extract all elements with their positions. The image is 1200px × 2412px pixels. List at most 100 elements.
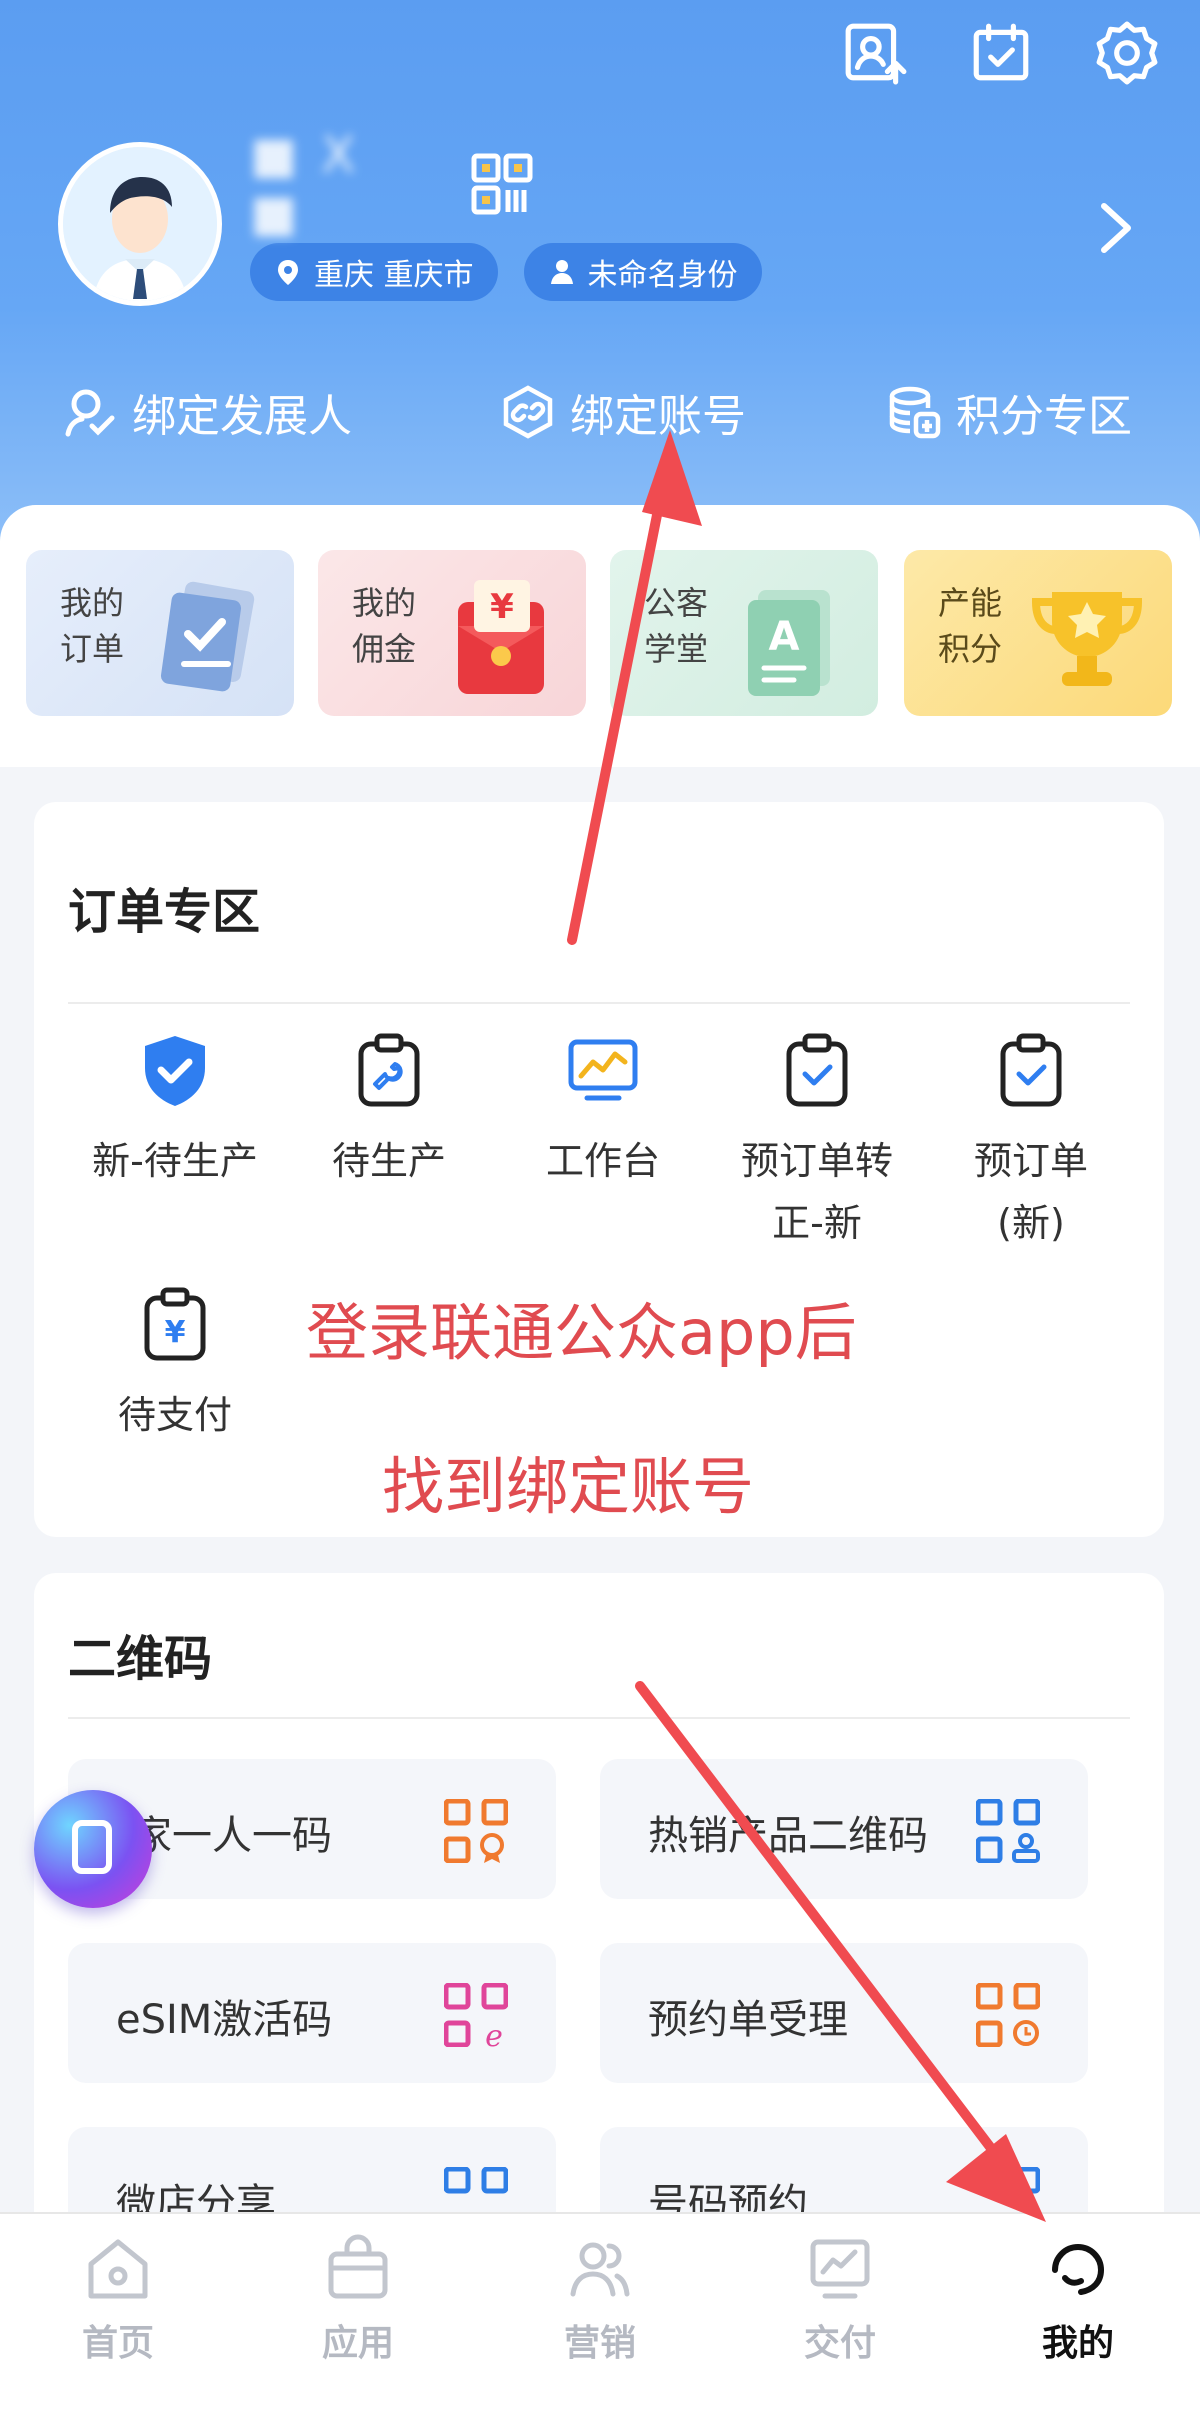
coins-icon bbox=[889, 386, 941, 439]
user-check-icon bbox=[65, 389, 115, 437]
tile-public-class-line1: 公客 bbox=[644, 584, 709, 622]
order-section-divider bbox=[68, 1002, 1130, 1004]
trophy-icon bbox=[1031, 592, 1143, 686]
tile-capacity-points-line1: 产能 bbox=[938, 584, 1003, 622]
tile-public-class[interactable]: 公客学堂 A bbox=[610, 550, 878, 716]
order-document-icon bbox=[160, 581, 255, 692]
identity-chip[interactable]: 未命名身份 bbox=[523, 243, 762, 301]
location-chip[interactable]: 重庆 重庆市 bbox=[250, 243, 498, 301]
settings-gear-icon[interactable] bbox=[1094, 20, 1160, 86]
home-icon bbox=[88, 2239, 148, 2299]
qr-reservation-order[interactable]: 预约单受理 bbox=[600, 1943, 1088, 2083]
qr-section-divider bbox=[68, 1717, 1130, 1719]
chart-board-icon bbox=[810, 2239, 870, 2299]
profile-info: ■ X ■ 重庆 重庆市 未命名身份 bbox=[250, 126, 762, 301]
order-preorder-convert-new[interactable]: 预订单转正-新 bbox=[712, 1032, 922, 1254]
tile-my-orders[interactable]: 我的 订单 bbox=[26, 550, 294, 716]
svg-text:e: e bbox=[485, 2019, 503, 2047]
person-icon bbox=[550, 260, 573, 284]
assistant-icon bbox=[72, 1820, 112, 1874]
location-label: 重庆 重庆市 bbox=[314, 258, 474, 293]
bind-developer-label: 绑定发展人 bbox=[132, 391, 352, 442]
link-icon bbox=[503, 385, 553, 439]
order-preorder-new-line2: (新) bbox=[997, 1201, 1065, 1245]
order-pending-production[interactable]: 待生产 bbox=[284, 1032, 494, 1192]
red-envelope-icon: ¥ bbox=[458, 580, 544, 694]
qr-steward-code-label: 家一人一码 bbox=[132, 1813, 332, 1859]
order-section-card: 订单专区 新-待生产 待生产 工作台 预订单转 正-新 预订单 (新) ¥ 待支… bbox=[34, 802, 1164, 1537]
tab-delivery[interactable]: 交付 bbox=[750, 2234, 930, 2366]
order-workbench-label: 工作台 bbox=[545, 1139, 660, 1183]
order-preorder-convert-new-line1: 预订单转 bbox=[740, 1139, 893, 1183]
chevron-right-icon[interactable] bbox=[1094, 200, 1138, 256]
order-pending-production-label: 待生产 bbox=[331, 1139, 446, 1183]
profile-header[interactable]: ■ X ■ 重庆 重庆市 未命名身份 bbox=[58, 126, 762, 306]
qr-user-icon bbox=[976, 1799, 1040, 1863]
quick-action-row: 绑定发展人 绑定账号 积分专区 bbox=[0, 380, 1200, 470]
tab-delivery-label: 交付 bbox=[803, 2323, 876, 2364]
svg-text:¥: ¥ bbox=[490, 587, 514, 627]
tab-apps[interactable]: 应用 bbox=[268, 2234, 448, 2366]
clipboard-check-icon bbox=[786, 1033, 848, 1107]
tab-marketing-label: 营销 bbox=[563, 2323, 636, 2364]
qr-esim-activation[interactable]: eSIM激活码 e bbox=[68, 1943, 556, 2083]
order-pending-payment-label: 待支付 bbox=[117, 1393, 232, 1437]
annotation-login: 登录联通公众app后 bbox=[306, 1296, 857, 1369]
book-icon: A bbox=[748, 590, 830, 696]
tile-my-commission[interactable]: 我的佣金 ¥ bbox=[318, 550, 586, 716]
tile-my-orders-line1: 我的 bbox=[60, 584, 125, 622]
location-pin-icon bbox=[278, 260, 298, 285]
annotation-find-bind: 找到绑定账号 bbox=[382, 1450, 755, 1523]
users-icon bbox=[570, 2242, 630, 2297]
avatar[interactable] bbox=[58, 142, 222, 306]
qr-esim-icon: e bbox=[444, 1983, 508, 2047]
order-workbench[interactable]: 工作台 bbox=[498, 1032, 708, 1192]
profile-upload-icon[interactable] bbox=[842, 20, 908, 86]
qr-hot-products-label: 热销产品二维码 bbox=[648, 1813, 928, 1859]
points-zone-button[interactable]: 积分专区 bbox=[886, 380, 1132, 444]
order-new-pending-production[interactable]: 新-待生产 bbox=[70, 1032, 280, 1192]
monitor-chart-icon bbox=[568, 1039, 638, 1101]
profile-qr-icon[interactable] bbox=[470, 152, 534, 216]
svg-text:¥: ¥ bbox=[165, 1315, 186, 1350]
tile-my-commission-line1: 我的 bbox=[352, 584, 417, 622]
qr-reservation-order-label: 预约单受理 bbox=[648, 1997, 848, 2043]
qr-badge-icon bbox=[444, 1799, 508, 1863]
tile-capacity-points[interactable]: 产能 积分 bbox=[904, 550, 1172, 716]
bottom-tab-bar: 首页 应用 营销 交付 我的 bbox=[0, 2212, 1200, 2412]
tile-public-class-line2: 学堂 bbox=[644, 630, 709, 668]
tab-home[interactable]: 首页 bbox=[28, 2234, 208, 2366]
tab-marketing[interactable]: 营销 bbox=[510, 2234, 690, 2366]
tab-mine-label: 我的 bbox=[1041, 2323, 1114, 2364]
qr-section-title: 二维码 bbox=[68, 1631, 213, 1687]
clipboard-wrench-icon bbox=[358, 1033, 420, 1107]
identity-label: 未命名身份 bbox=[587, 258, 738, 293]
bind-account-label: 绑定账号 bbox=[570, 391, 746, 442]
qr-hot-products[interactable]: 热销产品二维码 bbox=[600, 1759, 1088, 1899]
order-new-pending-production-label: 新-待生产 bbox=[92, 1139, 258, 1183]
tab-home-label: 首页 bbox=[81, 2323, 154, 2364]
qr-esim-activation-label: eSIM激活码 bbox=[116, 1997, 333, 2043]
svg-text:A: A bbox=[769, 614, 800, 660]
order-pending-payment[interactable]: ¥ 待支付 bbox=[70, 1286, 280, 1446]
tab-apps-label: 应用 bbox=[321, 2323, 394, 2364]
points-zone-label: 积分专区 bbox=[956, 391, 1132, 442]
order-preorder-convert-new-line2: 正-新 bbox=[772, 1201, 862, 1245]
bind-developer-button[interactable]: 绑定发展人 bbox=[62, 380, 352, 444]
order-preorder-new[interactable]: 预订单 (新) bbox=[926, 1032, 1136, 1254]
floating-assistant-button[interactable] bbox=[34, 1790, 152, 1908]
calendar-check-icon[interactable] bbox=[968, 20, 1034, 86]
bag-icon bbox=[328, 2234, 388, 2299]
tile-my-orders-line2: 订单 bbox=[60, 630, 125, 668]
tile-capacity-points-line2: 积分 bbox=[938, 630, 1003, 668]
qr-clock-icon bbox=[976, 1983, 1040, 2047]
top-icon-bar bbox=[842, 20, 1160, 86]
bind-account-button[interactable]: 绑定账号 bbox=[500, 380, 746, 444]
clipboard-yuan-icon: ¥ bbox=[144, 1287, 206, 1361]
qr-section-card: 二维码 家一人一码 热销产品二维码 eSIM激活码 e 预约单受理 微店分享 号… bbox=[34, 1573, 1164, 2267]
user-name-masked: ■ X ■ bbox=[250, 126, 360, 242]
tile-my-commission-line2: 佣金 bbox=[352, 630, 417, 668]
shield-check-icon bbox=[145, 1036, 205, 1106]
headset-icon bbox=[1052, 2244, 1104, 2295]
tab-mine[interactable]: 我的 bbox=[988, 2234, 1168, 2366]
